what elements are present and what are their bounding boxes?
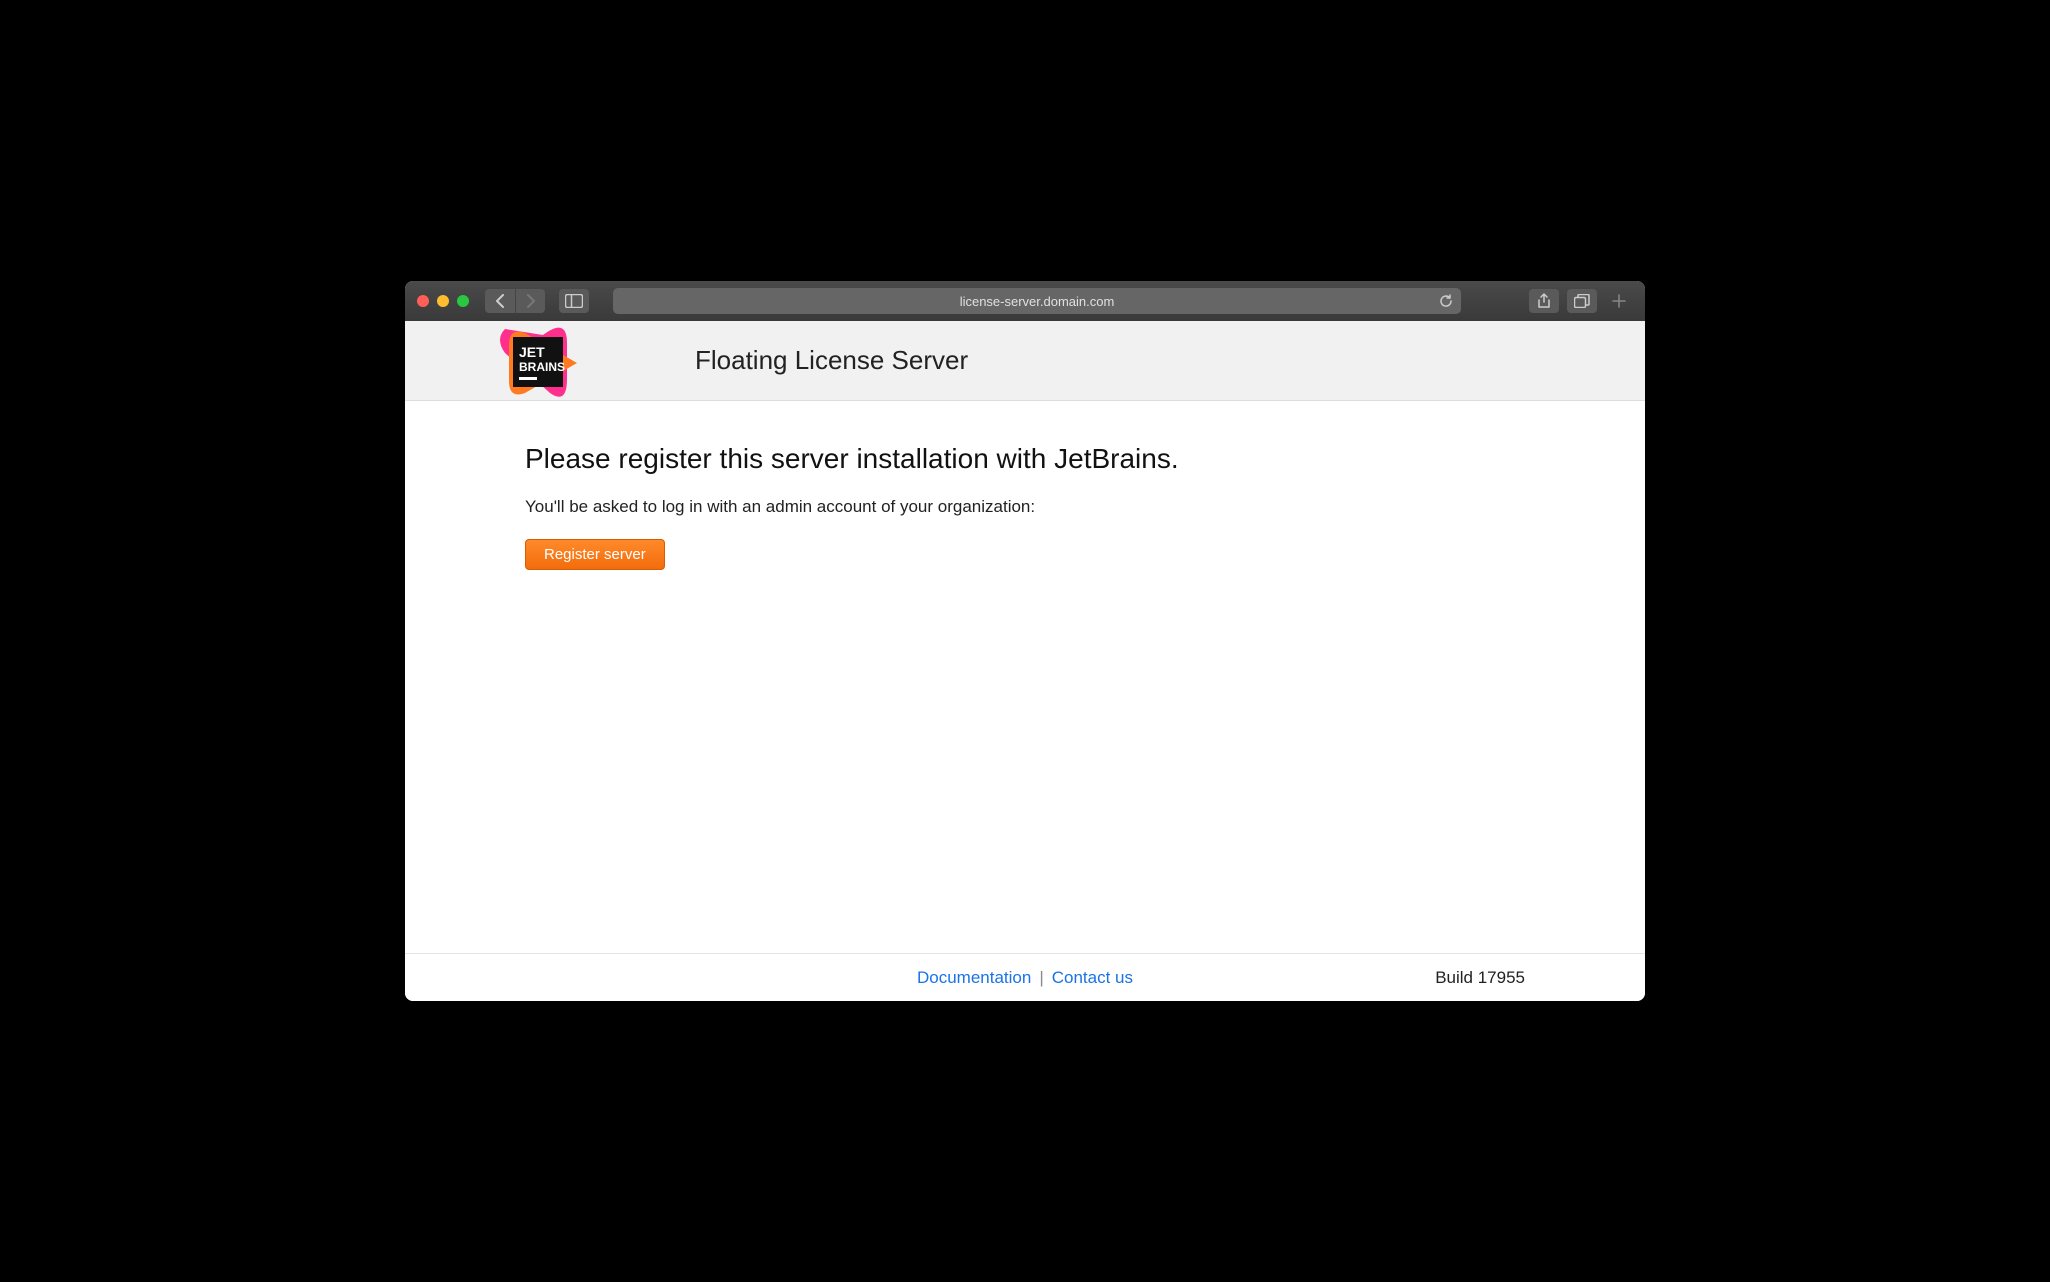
main-subtext: You'll be asked to log in with an admin … (525, 497, 1645, 517)
footer-separator: | (1039, 968, 1043, 988)
tabs-icon (1574, 294, 1590, 308)
back-button[interactable] (485, 289, 515, 313)
browser-titlebar: license-server.domain.com (405, 281, 1645, 321)
documentation-link[interactable]: Documentation (917, 968, 1031, 988)
build-label: Build 17955 (1435, 968, 1525, 988)
new-tab-button[interactable] (1605, 287, 1633, 315)
svg-text:JET: JET (519, 344, 545, 360)
nav-buttons (485, 289, 545, 313)
minimize-window-button[interactable] (437, 295, 449, 307)
svg-text:BRAINS: BRAINS (519, 360, 565, 374)
page-title: Floating License Server (695, 345, 968, 376)
forward-button[interactable] (515, 289, 545, 313)
register-server-button[interactable]: Register server (525, 539, 665, 570)
close-window-button[interactable] (417, 295, 429, 307)
main-content: Please register this server installation… (405, 401, 1645, 953)
page-header: JET BRAINS Floating License Server (405, 321, 1645, 401)
fullscreen-window-button[interactable] (457, 295, 469, 307)
url-bar[interactable]: license-server.domain.com (613, 288, 1461, 314)
jetbrains-logo: JET BRAINS (495, 327, 635, 399)
toolbar-right (1529, 287, 1633, 315)
share-icon (1537, 293, 1551, 309)
sidebar-icon (565, 294, 583, 308)
jetbrains-logo-icon: JET BRAINS (495, 327, 635, 399)
reload-icon (1439, 294, 1453, 308)
share-button[interactable] (1529, 289, 1559, 313)
page-footer: Documentation | Contact us Build 17955 (405, 953, 1645, 1001)
browser-window: license-server.domain.com JET (405, 281, 1645, 1001)
url-text: license-server.domain.com (960, 294, 1115, 309)
plus-icon (1612, 294, 1626, 308)
sidebar-toggle-button[interactable] (559, 289, 589, 313)
main-heading: Please register this server installation… (525, 443, 1645, 475)
chevron-right-icon (526, 294, 536, 308)
contact-us-link[interactable]: Contact us (1052, 968, 1133, 988)
chevron-left-icon (495, 294, 505, 308)
tabs-button[interactable] (1567, 289, 1597, 313)
window-controls (417, 295, 469, 307)
reload-button[interactable] (1439, 294, 1453, 308)
